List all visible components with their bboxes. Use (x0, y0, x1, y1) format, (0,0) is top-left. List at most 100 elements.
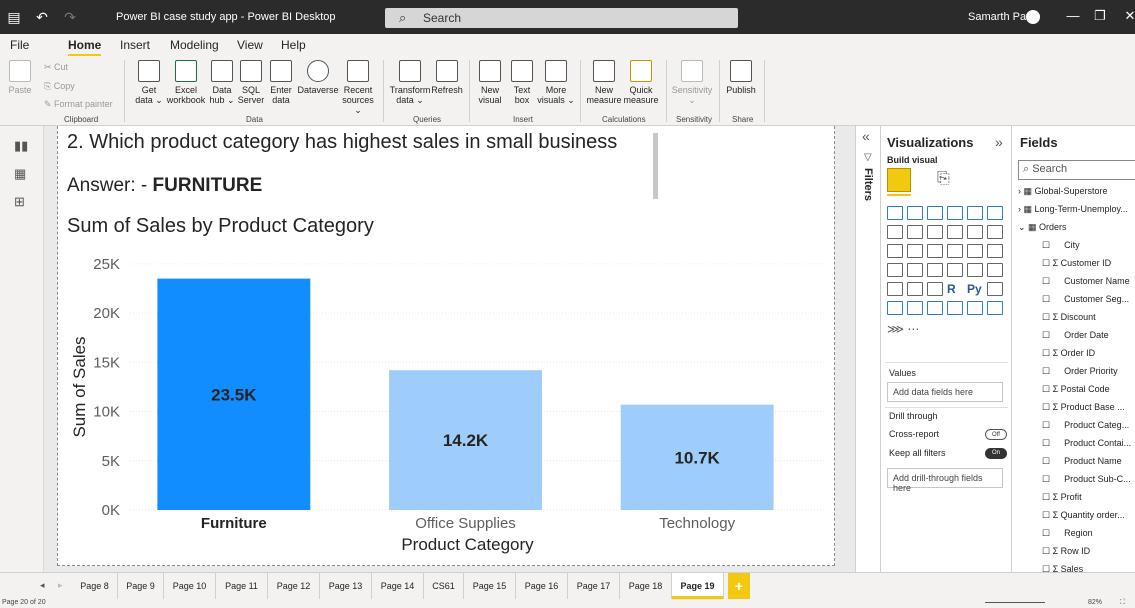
clustered-bar-icon[interactable] (927, 206, 943, 220)
field-row[interactable]: ☐ Σ Quantity order... (1042, 510, 1135, 521)
page-tab[interactable]: Page 17 (568, 573, 620, 599)
field-row[interactable]: ☐ Product Categ... (1042, 420, 1135, 431)
model-view-icon[interactable]: ⊞ (14, 194, 30, 209)
new-visual-button[interactable]: New visual (474, 60, 506, 105)
slicer-icon[interactable] (887, 282, 903, 296)
field-checkbox[interactable]: ☐ (1042, 276, 1053, 286)
get-data-button[interactable]: Get data ⌄ (132, 60, 166, 105)
expand-chevron-icon[interactable]: » (995, 134, 1003, 150)
refresh-button[interactable]: Refresh (429, 60, 465, 95)
multi-row-card-icon[interactable] (967, 263, 983, 277)
redo-icon[interactable]: ↷ (62, 9, 78, 25)
title-search-box[interactable]: ⌕ Search (385, 8, 738, 28)
save-icon[interactable]: ▤ (6, 9, 22, 25)
field-checkbox[interactable]: ☐ (1042, 330, 1053, 340)
field-checkbox[interactable]: ☐ (1042, 546, 1053, 556)
card-icon[interactable] (947, 263, 963, 277)
paginated-icon[interactable] (947, 301, 963, 315)
filled-map-icon[interactable] (907, 263, 923, 277)
user-name[interactable]: Samarth Patil (968, 11, 1034, 23)
field-checkbox[interactable]: ☐ (1042, 258, 1053, 268)
kpi-icon[interactable] (987, 263, 1003, 277)
sensitivity-button[interactable]: Sensitivity ⌄ (669, 60, 715, 105)
r-visual-icon[interactable]: R (947, 282, 963, 296)
filters-pane[interactable]: « ▽ Filters (855, 126, 880, 572)
undo-icon[interactable]: ↶ (34, 9, 50, 25)
field-row[interactable]: ☐ City (1042, 240, 1135, 251)
field-checkbox[interactable]: ☐ (1042, 528, 1053, 538)
field-checkbox[interactable]: ☐ (1042, 384, 1053, 394)
page-tab[interactable]: Page 13 (320, 573, 372, 599)
transform-data-button[interactable]: Transform data ⌄ (388, 60, 432, 105)
values-well[interactable]: Add data fields here (887, 382, 1003, 402)
field-row[interactable]: ☐ Customer Name (1042, 276, 1135, 287)
enter-data-button[interactable]: Enter data (266, 60, 296, 105)
fit-page-icon[interactable]: ⛶ (1120, 599, 1125, 607)
menu-help[interactable]: Help (281, 38, 306, 52)
drill-through-well[interactable]: Add drill-through fields here (887, 468, 1003, 493)
keep-all-filters-toggle[interactable]: On (985, 448, 1007, 459)
field-checkbox[interactable]: ☐ (1042, 492, 1053, 502)
field-checkbox[interactable]: ☐ (1042, 564, 1053, 572)
copy-button[interactable]: ⎘ Copy (44, 81, 75, 92)
field-row[interactable]: ☐ Order Priority (1042, 366, 1135, 377)
bar-chart[interactable]: 0K 5K 10K 15K 20K 25K 23.5K Furniture 14.2K Offic… (60, 240, 830, 560)
field-checkbox[interactable]: ☐ (1042, 312, 1053, 322)
field-row[interactable]: ☐ Region (1042, 528, 1135, 539)
clustered-column-icon[interactable] (947, 206, 963, 220)
more-visuals-icon[interactable]: ⋙ ⋯ (887, 322, 919, 336)
treemap-icon[interactable] (987, 244, 1003, 258)
menu-modeling[interactable]: Modeling (170, 38, 219, 52)
field-row[interactable]: ☐ Customer Seg... (1042, 294, 1135, 305)
field-checkbox[interactable]: ☐ (1042, 474, 1053, 484)
map-icon[interactable] (887, 263, 903, 277)
menu-home[interactable]: Home (68, 38, 102, 56)
power-automate-icon[interactable] (987, 301, 1003, 315)
format-visual-icon[interactable]: ⎘ (937, 170, 950, 188)
100-bar-icon[interactable] (967, 206, 983, 220)
collapse-chevron-icon[interactable]: « (862, 128, 870, 144)
qa-icon[interactable] (907, 301, 923, 315)
field-checkbox[interactable]: ☐ (1042, 420, 1053, 430)
page-tab[interactable]: Page 9 (118, 573, 164, 599)
field-row[interactable]: ☐ Product Contai... (1042, 438, 1135, 449)
100-column-icon[interactable] (987, 206, 1003, 220)
table-row[interactable]: ⌄ ▦ Orders (1018, 222, 1135, 233)
data-view-icon[interactable]: ▦ (14, 166, 30, 181)
page-tab[interactable]: Page 11 (216, 573, 268, 599)
power-apps-icon[interactable] (967, 301, 983, 315)
cut-button[interactable]: ✂ Cut (44, 62, 68, 73)
menu-file[interactable]: File (10, 38, 29, 52)
field-checkbox[interactable]: ☐ (1042, 510, 1053, 520)
avatar[interactable] (1026, 10, 1040, 24)
page-tab[interactable]: Page 16 (516, 573, 568, 599)
field-row[interactable]: ☐ Product Name (1042, 456, 1135, 467)
gauge-icon[interactable] (927, 263, 943, 277)
fields-search-input[interactable]: ⌕ Search (1018, 160, 1135, 180)
cross-report-toggle[interactable]: Off (985, 429, 1007, 440)
page-tab[interactable]: CS61 (424, 573, 464, 599)
page-tab[interactable]: Page 8 (72, 573, 118, 599)
field-row[interactable]: ☐ Σ Sales (1042, 564, 1135, 572)
field-row[interactable]: ☐ Σ Row ID (1042, 546, 1135, 557)
waterfall-icon[interactable] (887, 244, 903, 258)
sql-server-button[interactable]: SQL Server (236, 60, 266, 105)
field-checkbox[interactable]: ☐ (1042, 438, 1053, 448)
tabs-prev-icon[interactable]: ◂ (40, 580, 45, 591)
question-text[interactable]: 2. Which product category has highest sa… (67, 131, 617, 154)
field-checkbox[interactable]: ☐ (1042, 456, 1053, 466)
page-tab[interactable]: Page 19 (672, 573, 724, 599)
dataverse-button[interactable]: Dataverse (296, 60, 340, 95)
answer-text[interactable]: Answer: - FURNITURE (67, 175, 262, 197)
line-column-icon[interactable] (947, 225, 963, 239)
field-row[interactable]: ☐ Σ Order ID (1042, 348, 1135, 359)
page-tab[interactable]: Page 18 (620, 573, 672, 599)
more-visuals-button[interactable]: More visuals ⌄ (536, 60, 576, 105)
text-box-button[interactable]: Text box (507, 60, 537, 105)
line-clustered-icon[interactable] (967, 225, 983, 239)
recent-sources-button[interactable]: Recent sources ⌄ (338, 60, 378, 115)
table-icon[interactable] (907, 282, 923, 296)
page-tab[interactable]: Page 15 (464, 573, 516, 599)
field-row[interactable]: ☐ Order Date (1042, 330, 1135, 341)
zoom-slider[interactable] (985, 598, 1045, 603)
